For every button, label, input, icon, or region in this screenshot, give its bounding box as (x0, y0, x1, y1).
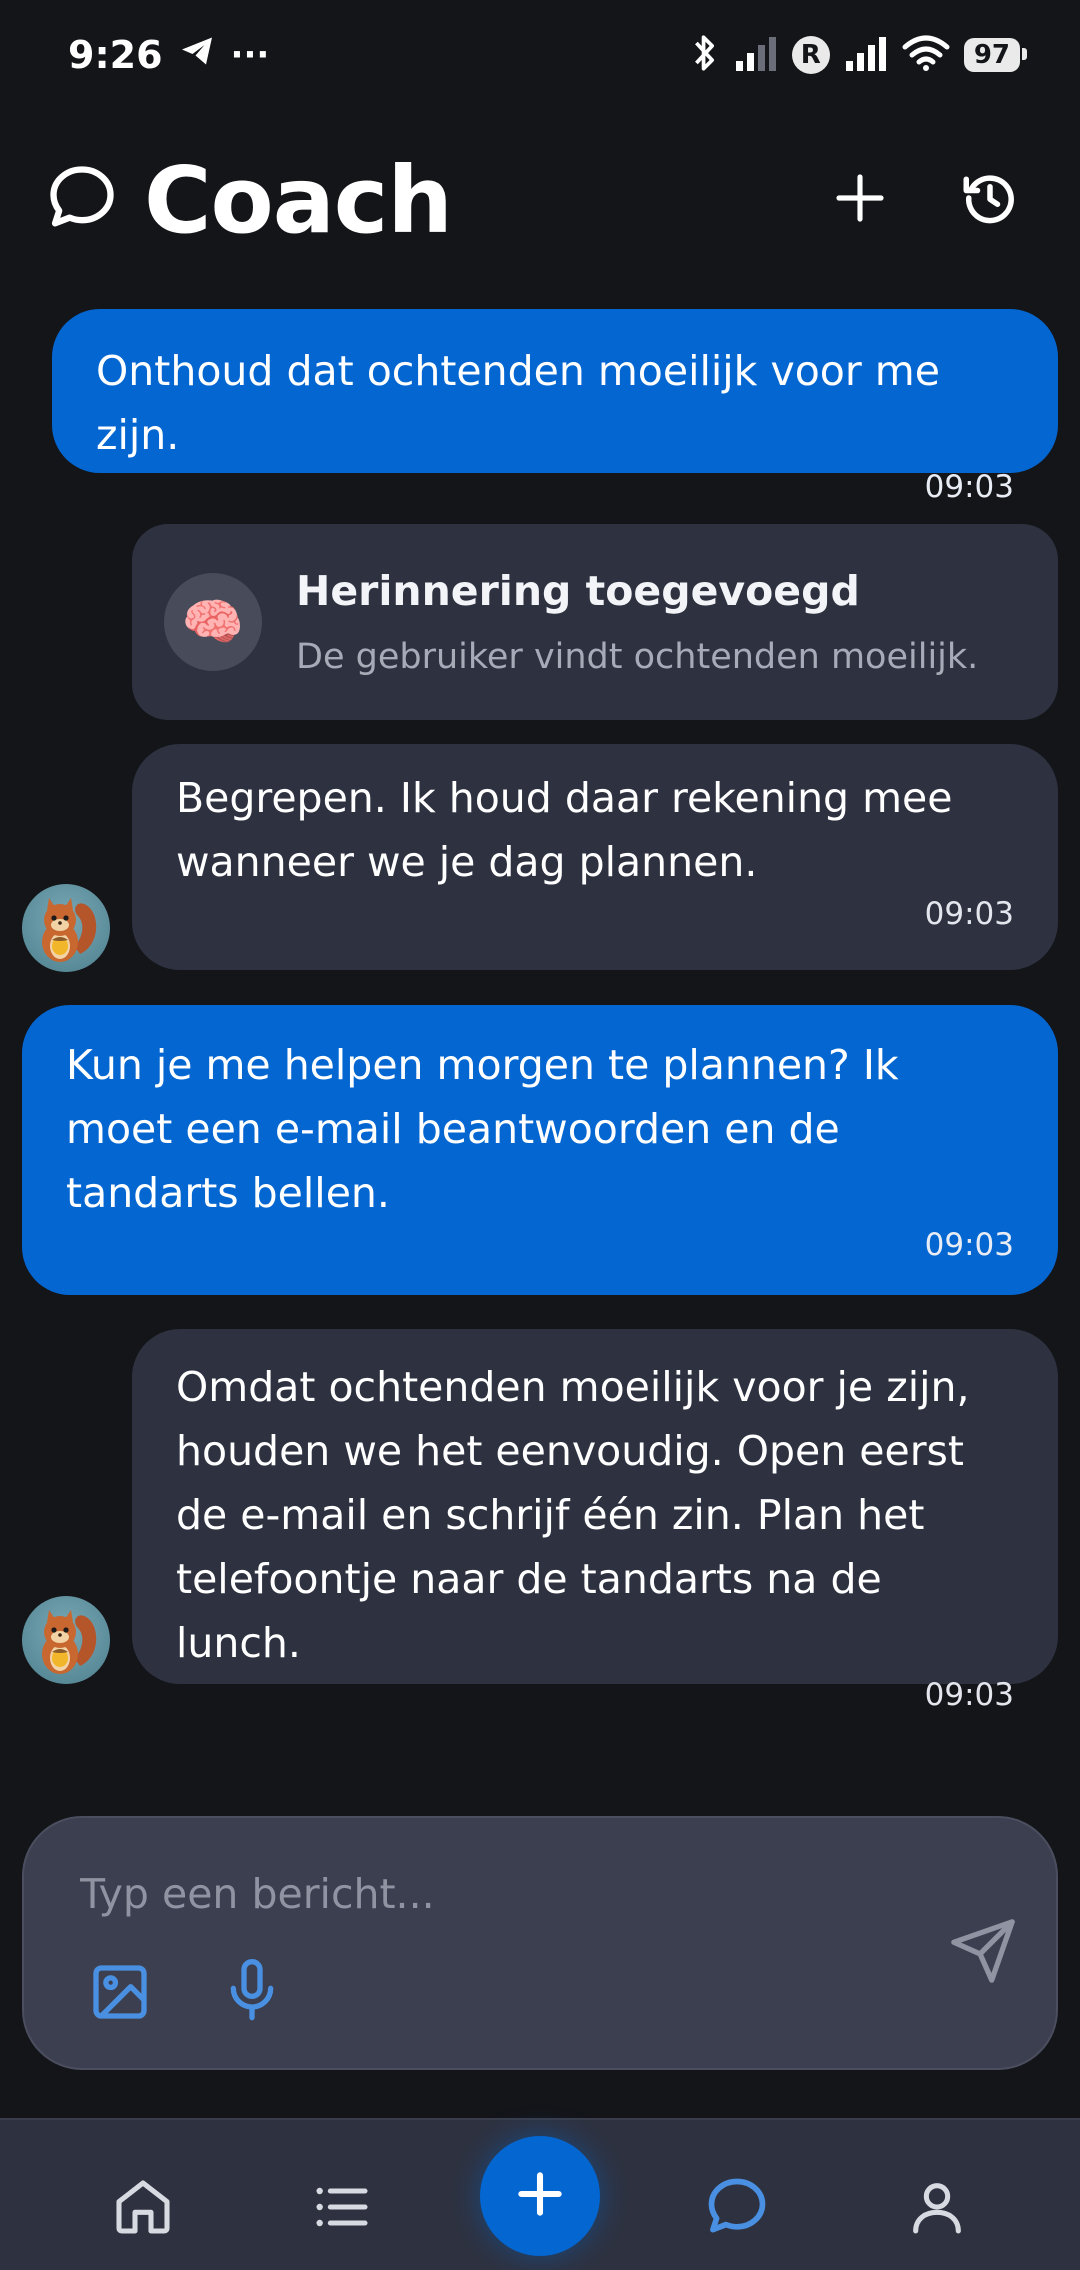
memory-subtitle: De gebruiker vindt ochtenden moeilijk. (296, 637, 979, 677)
chat-bubble-icon (44, 160, 120, 240)
plus-icon (512, 2166, 568, 2226)
nav-tasks[interactable] (296, 2164, 386, 2254)
message-time: 09:03 (924, 896, 1014, 932)
send-button[interactable] (948, 1916, 1018, 1986)
message-composer (22, 1816, 1058, 2070)
bluetooth-icon (690, 33, 720, 77)
status-time: 9:26 (68, 33, 163, 77)
page-title: Coach (144, 146, 453, 254)
header: Coach (0, 130, 1080, 270)
user-message: Onthoud dat ochtenden moeilijk voor me z… (52, 309, 1058, 505)
plus-icon (832, 170, 888, 230)
nav-coach[interactable] (692, 2164, 782, 2254)
signal-weak-icon (734, 35, 778, 75)
nav-add-button[interactable] (480, 2136, 600, 2256)
voice-input-button[interactable] (220, 1956, 284, 2026)
coach-message: Omdat ochtenden moeilijk voor je zijn, h… (132, 1329, 1058, 1713)
roaming-badge: R (791, 36, 830, 74)
home-icon (111, 2175, 175, 2243)
list-icon (309, 2175, 373, 2243)
message-text: Kun je me helpen morgen te plannen? Ik m… (66, 1041, 899, 1217)
user-message: Kun je me helpen morgen te plannen? Ik m… (22, 1005, 1058, 1295)
telegram-icon (179, 33, 215, 78)
squirrel-avatar (22, 884, 110, 972)
message-time: 09:03 (924, 469, 1014, 505)
squirrel-avatar (22, 1596, 110, 1684)
microphone-icon (220, 1959, 284, 2030)
message-time: 09:03 (924, 1677, 1014, 1713)
message-text: Omdat ochtenden moeilijk voor je zijn, h… (176, 1363, 970, 1667)
battery-indicator: 97 (963, 38, 1028, 72)
message-input[interactable] (80, 1862, 900, 1926)
image-upload-button[interactable] (88, 1960, 152, 2024)
message-text: Begrepen. Ik houd daar rekening mee wann… (176, 774, 953, 886)
memory-added-card: 🧠 Herinnering toegevoegd De gebruiker vi… (132, 524, 1058, 720)
message-time: 09:03 (924, 1227, 1014, 1263)
status-right: R 97 (690, 33, 1028, 77)
bottom-nav (0, 2118, 1080, 2270)
send-icon (948, 1919, 1018, 1990)
nav-home[interactable] (98, 2164, 188, 2254)
coach-message: Begrepen. Ik houd daar rekening mee wann… (132, 744, 1058, 970)
user-icon (905, 2175, 969, 2243)
status-left: 9:26 ··· (68, 33, 269, 78)
wifi-icon (902, 35, 950, 75)
memory-title: Herinnering toegevoegd (296, 567, 860, 615)
chat-bubble-icon (703, 2173, 771, 2245)
new-chat-button[interactable] (810, 150, 910, 250)
history-button[interactable] (940, 150, 1040, 250)
status-more: ··· (230, 35, 270, 75)
status-bar: 9:26 ··· R 97 (0, 0, 1080, 110)
image-icon (88, 1965, 152, 2028)
memory-text: Herinnering toegevoegd De gebruiker vind… (296, 567, 978, 677)
signal-icon (844, 35, 888, 75)
message-text: Onthoud dat ochtenden moeilijk voor me z… (96, 347, 940, 459)
history-icon (960, 168, 1020, 232)
screen: 9:26 ··· R 97 Coach Onthoud dat ochtende… (0, 0, 1080, 2270)
nav-profile[interactable] (892, 2164, 982, 2254)
brain-icon: 🧠 (164, 573, 262, 671)
